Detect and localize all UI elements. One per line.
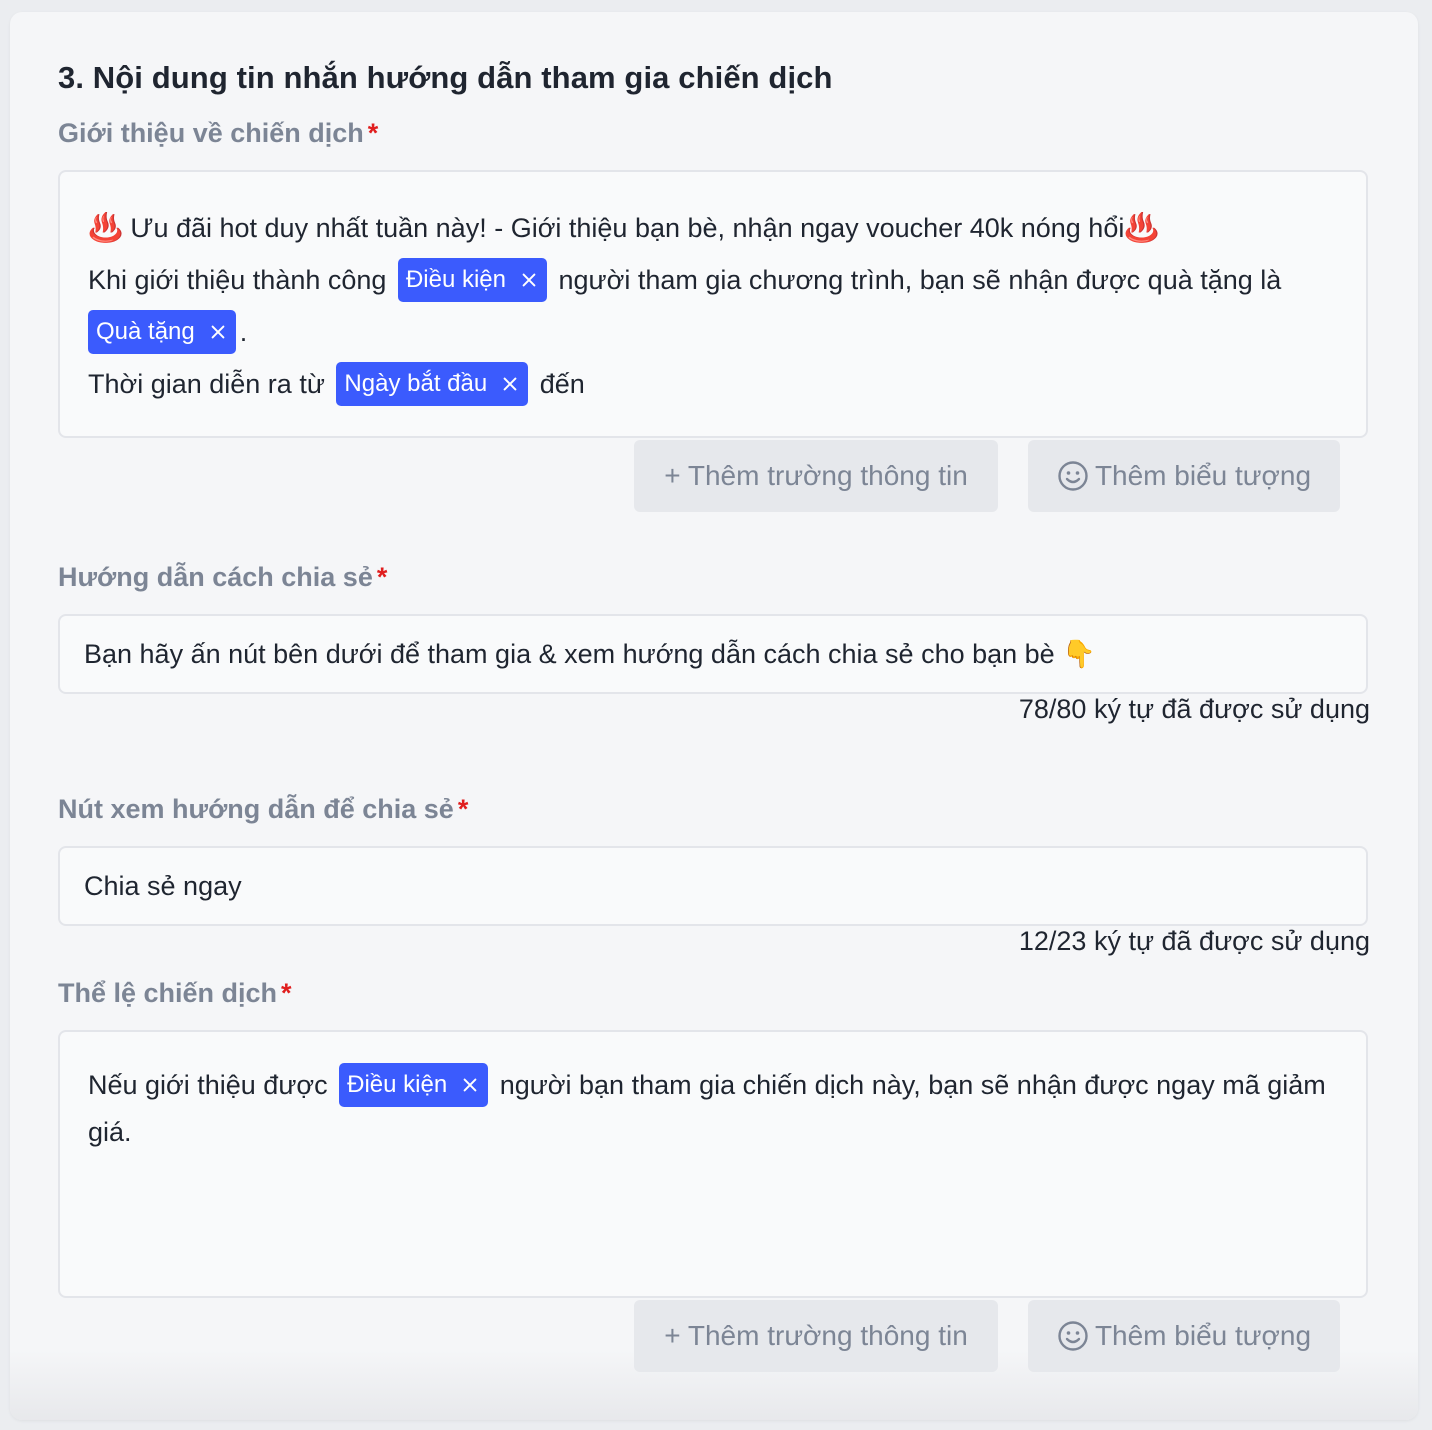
close-icon[interactable]: [520, 271, 538, 289]
intro-line-4: Thời gian diễn ra từ Ngày bắt đầu đến: [88, 358, 1338, 410]
intro-line-3: Quà tặng.: [88, 306, 1338, 358]
chip-condition[interactable]: Điều kiện: [397, 257, 547, 302]
required-mark: *: [457, 794, 469, 824]
required-mark: *: [281, 978, 292, 1008]
intro-line-1: ♨️ Ưu đãi hot duy nhất tuần này! - Giới …: [88, 202, 1338, 254]
chip-gift[interactable]: Quà tặng: [88, 309, 236, 354]
share-button-value: Chia sẻ ngay: [84, 870, 242, 901]
smiley-icon: [1057, 1320, 1089, 1352]
intro-line-2: Khi giới thiệu thành công Điều kiện ngườ…: [88, 254, 1338, 306]
share-button-input[interactable]: Chia sẻ ngay: [58, 846, 1368, 926]
share-guide-input[interactable]: Bạn hãy ấn nút bên dưới để tham gia & xe…: [58, 614, 1368, 694]
rules-label-text: Thể lệ chiến dịch: [58, 978, 278, 1008]
rules-label: Thể lệ chiến dịch *: [58, 978, 292, 1009]
intro-editor[interactable]: ♨️ Ưu đãi hot duy nhất tuần này! - Giới …: [58, 170, 1368, 438]
share-guide-counter: 78/80 ký tự đã được sử dụng: [1018, 694, 1370, 724]
rules-editor[interactable]: Nếu giới thiệu được Điều kiện người bạn …: [58, 1030, 1368, 1298]
add-field-button[interactable]: + Thêm trường thông tin: [634, 1300, 998, 1372]
required-mark: *: [376, 562, 388, 592]
add-field-label: + Thêm trường thông tin: [664, 460, 968, 491]
add-field-label: + Thêm trường thông tin: [664, 1320, 968, 1351]
add-icon-button[interactable]: Thêm biểu tượng: [1028, 1300, 1340, 1372]
campaign-message-section: 3. Nội dung tin nhắn hướng dẫn tham gia …: [10, 12, 1418, 1420]
intro-line-3-after: .: [239, 317, 248, 347]
close-icon[interactable]: [461, 1076, 479, 1094]
share-button-label: Nút xem hướng dẫn để chia sẻ *: [58, 794, 468, 825]
hot-springs-icon: ♨️: [1124, 212, 1160, 243]
add-icon-button[interactable]: Thêm biểu tượng: [1028, 440, 1340, 512]
chip-label: Điều kiện: [405, 265, 506, 293]
add-icon-label: Thêm biểu tượng: [1094, 1320, 1312, 1351]
intro-line-2-before: Khi giới thiệu thành công: [88, 265, 387, 295]
close-icon[interactable]: [501, 375, 519, 393]
share-guide-label: Hướng dẫn cách chia sẻ *: [58, 562, 387, 593]
chip-label: Quà tặng: [96, 317, 195, 345]
hot-springs-icon: ♨️: [88, 212, 123, 243]
share-guide-label-text: Hướng dẫn cách chia sẻ: [58, 562, 373, 592]
share-button-counter: 12/23 ký tự đã được sử dụng: [1018, 926, 1370, 956]
chip-condition[interactable]: Điều kiện: [339, 1062, 489, 1107]
share-button-label-text: Nút xem hướng dẫn để chia sẻ: [58, 794, 454, 824]
close-icon[interactable]: [209, 323, 227, 341]
intro-line-2-after: người tham gia chương trình, bạn sẽ nhận…: [558, 265, 1282, 295]
add-field-button[interactable]: + Thêm trường thông tin: [634, 440, 998, 512]
required-mark: *: [367, 118, 379, 148]
rules-text: Nếu giới thiệu được Điều kiện người bạn …: [88, 1062, 1338, 1155]
intro-label: Giới thiệu về chiến dịch *: [58, 118, 378, 149]
intro-label-text: Giới thiệu về chiến dịch: [58, 118, 364, 148]
share-guide-value: Bạn hãy ấn nút bên dưới để tham gia & xe…: [84, 639, 1096, 669]
chip-label: Điều kiện: [347, 1070, 448, 1098]
intro-line-1-text: Ưu đãi hot duy nhất tuần này! - Giới thi…: [130, 213, 1125, 243]
chip-start-date[interactable]: Ngày bắt đầu: [336, 361, 529, 406]
intro-line-4-after: đến: [539, 369, 585, 399]
smiley-icon: [1057, 460, 1089, 492]
add-icon-label: Thêm biểu tượng: [1094, 460, 1312, 491]
intro-line-4-before: Thời gian diễn ra từ: [88, 369, 325, 399]
section-title: 3. Nội dung tin nhắn hướng dẫn tham gia …: [58, 60, 833, 95]
chip-label: Ngày bắt đầu: [344, 369, 488, 397]
rules-before: Nếu giới thiệu được: [88, 1070, 328, 1100]
